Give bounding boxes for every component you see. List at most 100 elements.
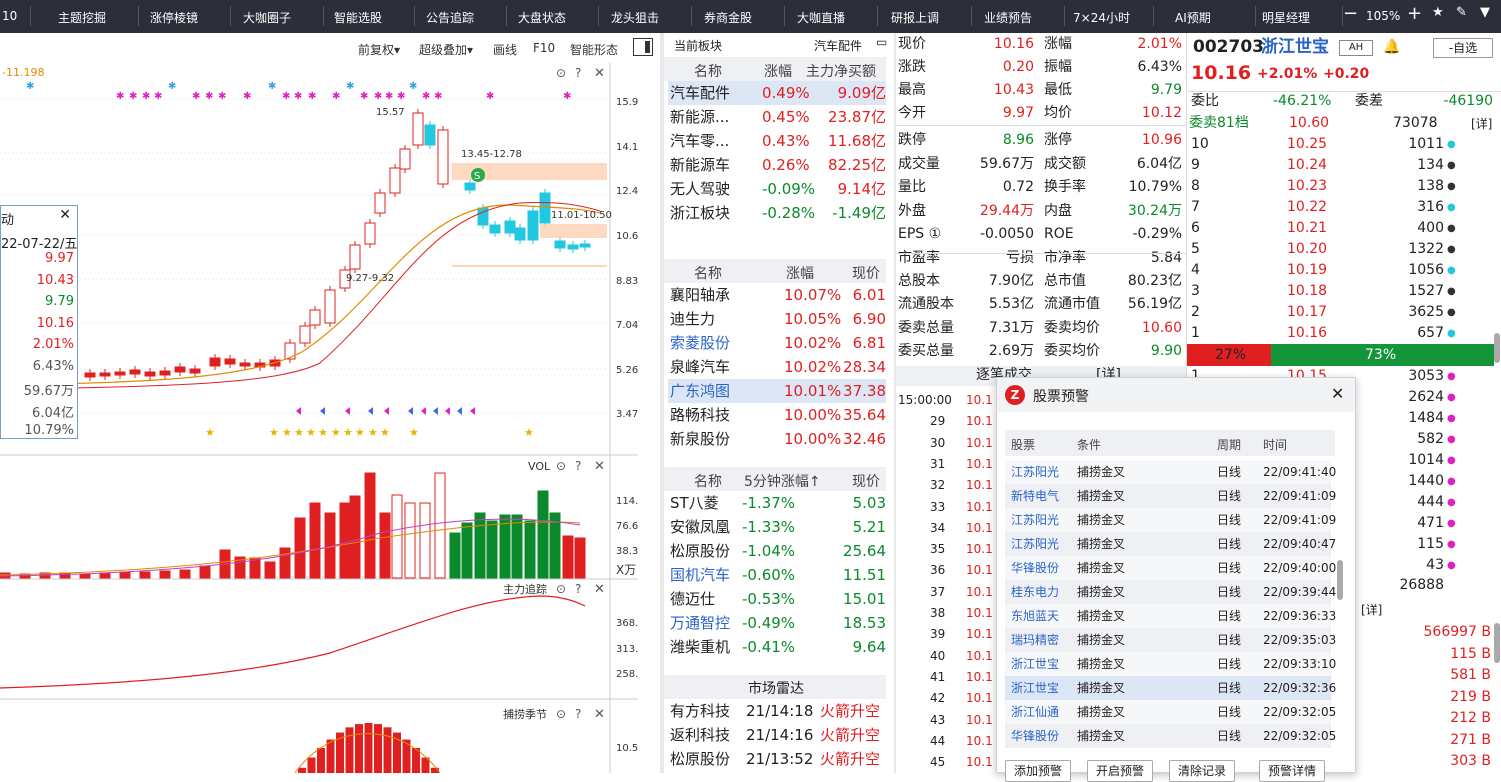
alert-row[interactable]: 东旭蓝天 捕捞金叉 日线 22/09:36:33	[1005, 604, 1336, 628]
menu-item[interactable]: 大咖圈子	[243, 9, 291, 26]
alert-column-header[interactable]: 周期	[1217, 436, 1241, 453]
faller-name[interactable]: 潍柴重机	[670, 635, 730, 659]
alert-row[interactable]: 浙江仙通 捕捞金叉 日线 22/09:32:05	[1005, 700, 1336, 724]
faller-name[interactable]: 国机汽车	[670, 563, 730, 587]
scrollbar-thumb[interactable]	[1337, 560, 1343, 600]
kline-chart[interactable]: 15.97 14.18 12.40 10.61 8.83 7.04 5.26 3.47 -11.…	[0, 33, 651, 774]
column-header[interactable]: 名称	[694, 61, 722, 81]
window-icon[interactable]: ▭	[876, 35, 887, 49]
alert-stock[interactable]: 浙江仙通	[1011, 700, 1059, 724]
column-header[interactable]: 涨幅	[786, 263, 814, 283]
menu-item[interactable]: 智能选股	[334, 9, 382, 26]
column-header[interactable]: 现价	[852, 471, 880, 491]
column-header[interactable]: 涨幅	[764, 61, 792, 81]
scrollbar-thumb[interactable]	[1494, 333, 1500, 363]
alert-button-3[interactable]: 预警详情	[1259, 760, 1326, 782]
menu-item[interactable]: 10	[2, 9, 17, 23]
tooltip-close-icon[interactable]: ✕	[59, 207, 71, 223]
column-header[interactable]: 名称	[694, 263, 722, 283]
alert-row[interactable]: 浙江世宝 捕捞金叉 日线 22/09:32:36	[1005, 676, 1336, 700]
alert-row[interactable]: 瑞玛精密 捕捞金叉 日线 22/09:35:03	[1005, 628, 1336, 652]
zoom-in-button[interactable]: +	[1407, 3, 1422, 24]
menu-item[interactable]: 大盘状态	[518, 9, 566, 26]
chart-tool-1[interactable]: 超级叠加▾	[419, 41, 473, 58]
sector-name[interactable]: 新能源...	[670, 105, 729, 129]
menu-item[interactable]: AI预期	[1175, 9, 1211, 26]
zoom-out-button[interactable]: −	[1343, 3, 1358, 24]
gainer-name[interactable]: 广东鸿图	[670, 379, 730, 403]
radar-stock[interactable]: 松原股份	[670, 747, 730, 771]
gainer-name[interactable]: 路畅科技	[670, 403, 730, 427]
alert-row[interactable]: 新特电气 捕捞金叉 日线 22/09:41:09	[1005, 484, 1336, 508]
gainer-name[interactable]: 新泉股份	[670, 427, 730, 451]
radar-stock[interactable]: 返利科技	[670, 723, 730, 747]
alert-stock[interactable]: 浙江世宝	[1011, 676, 1059, 700]
alert-button-1[interactable]: 开启预警	[1087, 760, 1154, 782]
faller-name[interactable]: 松原股份	[670, 539, 730, 563]
chart-tool-0[interactable]: 前复权▾	[358, 41, 400, 58]
alert-stock[interactable]: 华锋股份	[1011, 556, 1059, 580]
scrollbar-thumb[interactable]	[1494, 623, 1500, 663]
star-icon[interactable]: ★	[1432, 5, 1444, 20]
alert-row[interactable]: 江苏阳光 捕捞金叉 日线 22/09:40:47	[1005, 532, 1336, 556]
menu-item[interactable]: 涨停棱镜	[150, 9, 198, 26]
gainer-name[interactable]: 索菱股份	[670, 331, 730, 355]
alert-stock[interactable]: 新特电气	[1011, 484, 1059, 508]
gainer-name[interactable]: 襄阳轴承	[670, 283, 730, 307]
pen-icon[interactable]: ✎	[1456, 5, 1467, 20]
alert-row[interactable]: 江苏阳光 捕捞金叉 日线 22/09:41:09	[1005, 508, 1336, 532]
column-header[interactable]: 主力净买额	[806, 61, 876, 81]
menu-item[interactable]: 券商金股	[704, 9, 752, 26]
alert-column-header[interactable]: 条件	[1077, 436, 1101, 453]
stock-alert-dialog[interactable]: Z 股票预警 ✕ 股票 条件 周期 时间 江苏阳光 捕捞金叉 日线 22/09:41:40 新特电气捕…	[996, 377, 1356, 782]
gainer-name[interactable]: 泉峰汽车	[670, 355, 730, 379]
menu-item[interactable]: 业绩预告	[984, 9, 1032, 26]
faller-name[interactable]: 安徽凤凰	[670, 515, 730, 539]
menu-item[interactable]: 公告追踪	[426, 9, 474, 26]
menu-item[interactable]: 龙头狙击	[611, 9, 659, 26]
alert-row[interactable]: 江苏阳光 捕捞金叉 日线 22/09:41:40	[1005, 460, 1336, 484]
faller-name[interactable]: 德迈仕	[670, 587, 715, 611]
radar-stock[interactable]: 有方科技	[670, 699, 730, 723]
menu-item[interactable]: 研报上调	[891, 9, 939, 26]
sector-name[interactable]: 浙江板块	[670, 201, 730, 225]
alert-stock[interactable]: 江苏阳光	[1011, 532, 1059, 556]
alert-stock[interactable]: 瑞玛精密	[1011, 628, 1059, 652]
column-header[interactable]: 名称	[694, 471, 722, 491]
sector-name[interactable]: 汽车配件	[670, 81, 730, 105]
kline-chart-canvas[interactable]: 15.97 14.18 12.40 10.61 8.83 7.04 5.26 3.47 -11.…	[0, 33, 651, 774]
menu-item[interactable]: 大咖直播	[797, 9, 845, 26]
alert-row[interactable]: 华锋股份 捕捞金叉 日线 22/09:32:05	[1005, 724, 1336, 748]
ask-total-label[interactable]: 委卖81档	[1189, 112, 1249, 135]
alert-row[interactable]: 华锋股份 捕捞金叉 日线 22/09:40:00	[1005, 556, 1336, 580]
chart-tool-3[interactable]: F10	[533, 41, 555, 55]
alert-stock[interactable]: 江苏阳光	[1011, 508, 1059, 532]
sector-name[interactable]: 新能源车	[670, 153, 730, 177]
chart-tool-2[interactable]: 画线	[493, 41, 517, 58]
column-header[interactable]: 现价	[852, 263, 880, 283]
alert-stock[interactable]: 浙江世宝	[1011, 652, 1059, 676]
bell-icon[interactable]: 🔔	[1383, 36, 1400, 59]
column-header[interactable]: 5分钟涨幅↑	[744, 471, 821, 491]
alert-column-header[interactable]: 股票	[1011, 436, 1035, 453]
alert-column-header[interactable]: 时间	[1263, 436, 1287, 453]
detail-link[interactable]: [详]	[1361, 599, 1382, 622]
panel-toggle-icon[interactable]	[633, 38, 653, 56]
watchlist-button[interactable]: -自选	[1433, 38, 1493, 58]
alert-stock[interactable]: 华锋股份	[1011, 724, 1059, 748]
detail-link[interactable]: [详]	[1471, 113, 1492, 136]
sector-name[interactable]: 汽车零...	[670, 129, 729, 153]
sector-name[interactable]: 无人驾驶	[670, 177, 730, 201]
shirt-icon[interactable]: ▼	[1480, 5, 1490, 20]
faller-name[interactable]: ST八菱	[670, 491, 719, 515]
alert-button-2[interactable]: 清除记录	[1169, 760, 1236, 782]
alert-stock[interactable]: 江苏阳光	[1011, 460, 1059, 484]
menu-item[interactable]: 主题挖掘	[58, 9, 106, 26]
alert-stock[interactable]: 东旭蓝天	[1011, 604, 1059, 628]
alert-stock[interactable]: 桂东电力	[1011, 580, 1059, 604]
menu-item[interactable]: 明星经理	[1262, 9, 1310, 26]
alert-row[interactable]: 桂东电力 捕捞金叉 日线 22/09:39:44	[1005, 580, 1336, 604]
faller-name[interactable]: 万通智控	[670, 611, 730, 635]
alert-button-0[interactable]: 添加预警	[1005, 760, 1072, 782]
ah-badge[interactable]: AH	[1339, 40, 1373, 56]
